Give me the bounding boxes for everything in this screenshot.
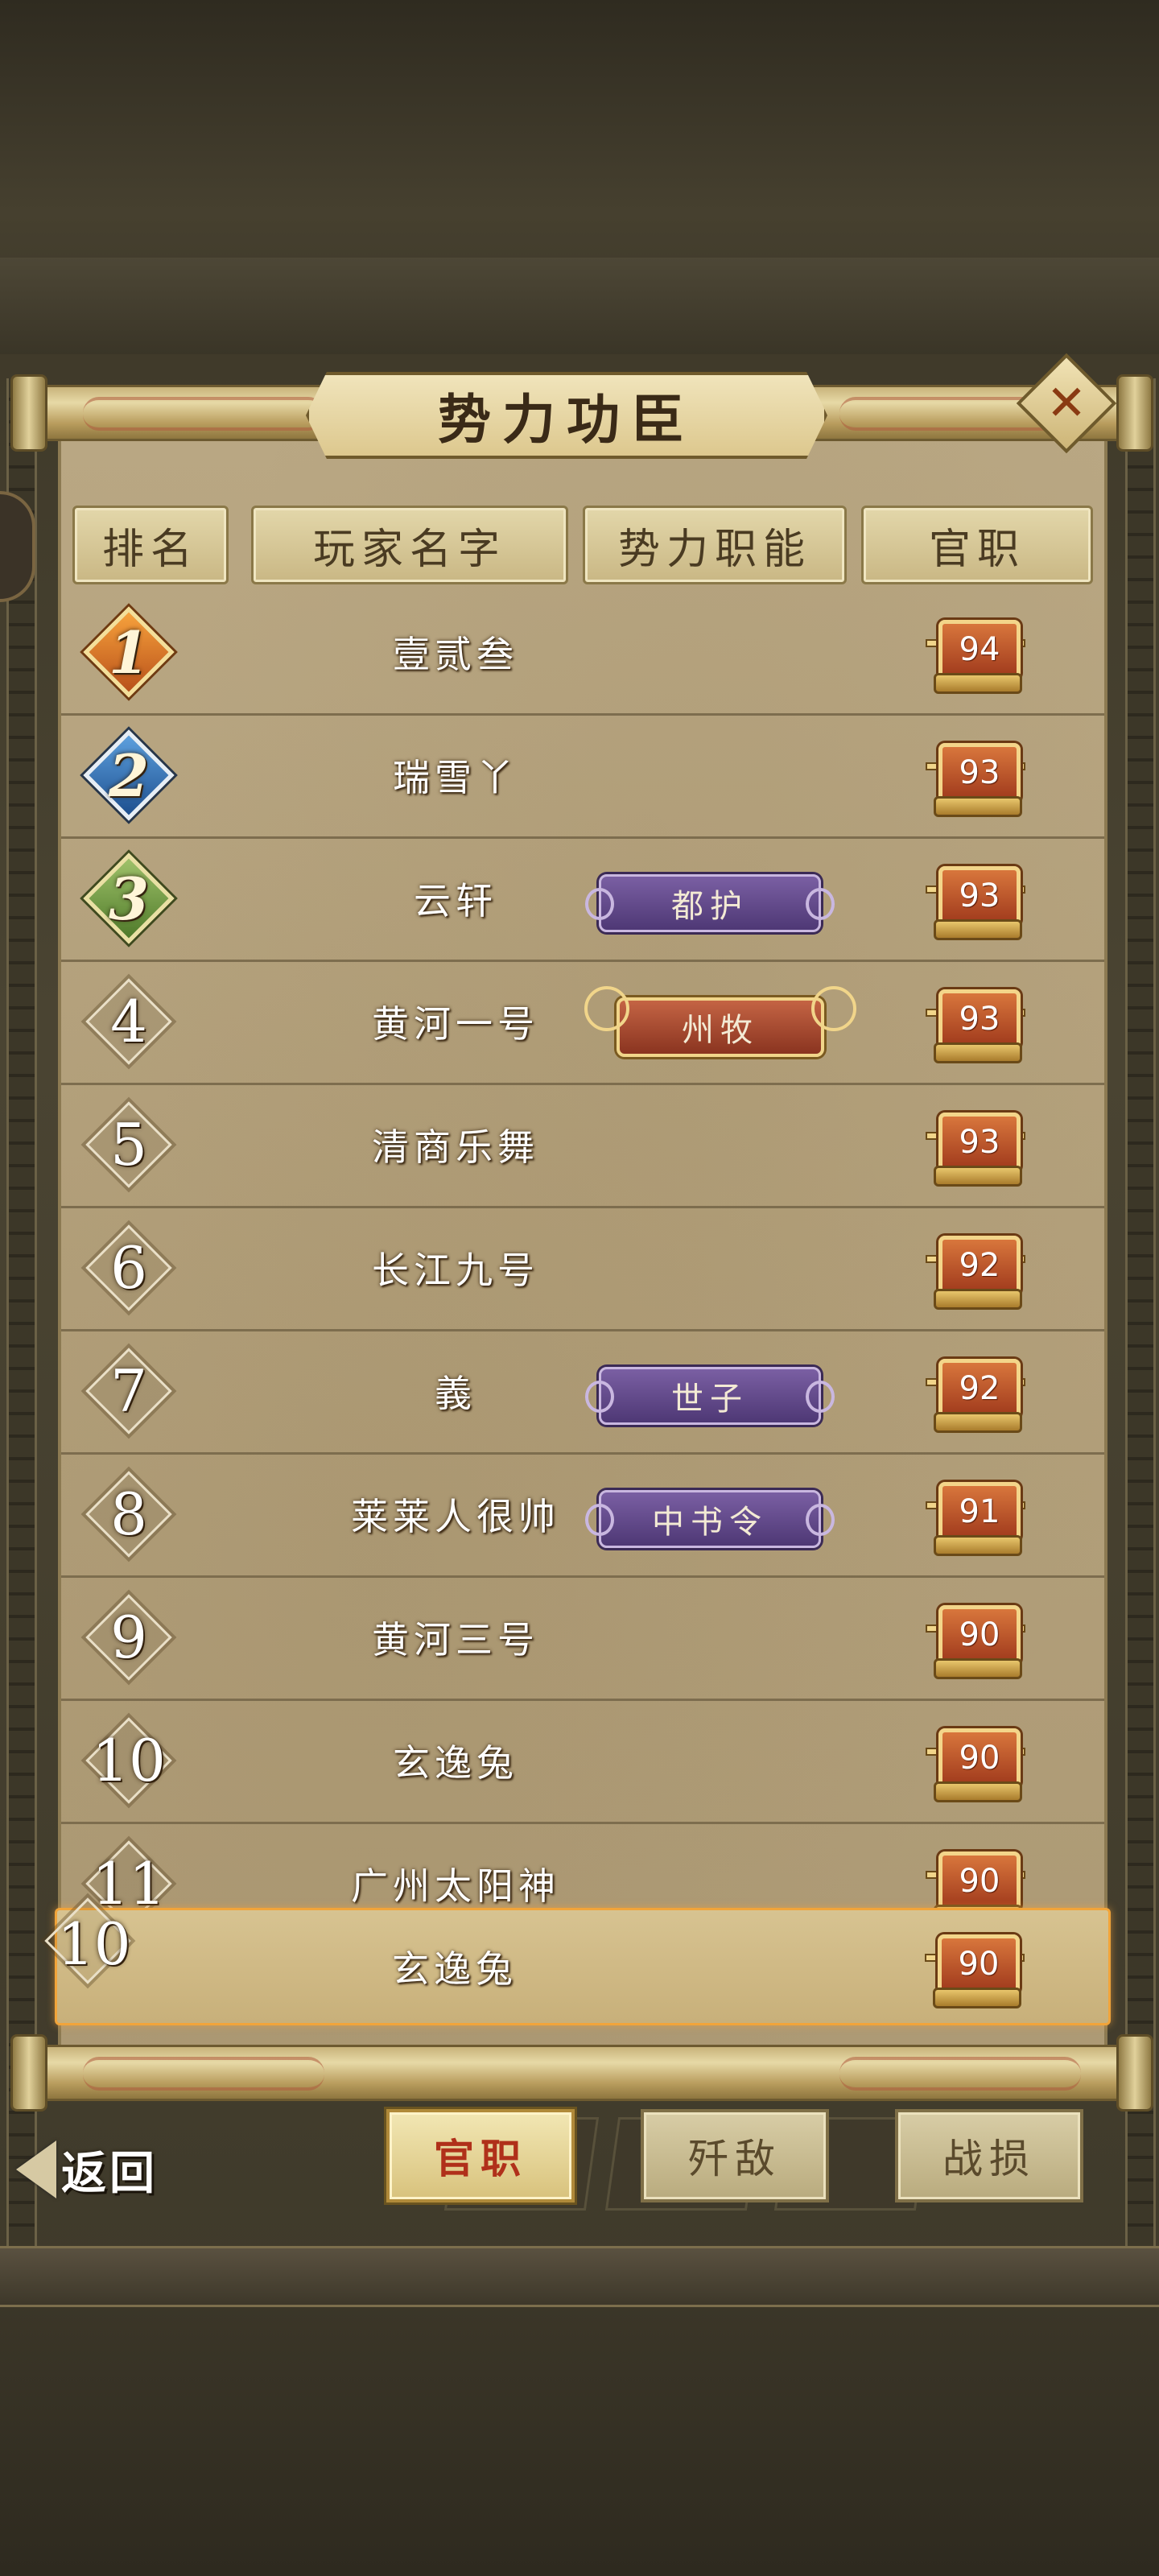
- close-icon: ✕: [1046, 375, 1087, 431]
- official-rank-level: 92: [938, 1359, 1021, 1418]
- official-rank-badge: 93: [926, 738, 1025, 817]
- scroll-rod-bottom: [10, 2034, 1153, 2112]
- official-rank-level: 93: [938, 743, 1021, 803]
- back-arrow-icon: [16, 2140, 56, 2198]
- tab-losses[interactable]: 战损: [895, 2109, 1083, 2202]
- rank-badge: 5: [85, 1101, 172, 1188]
- close-button[interactable]: ✕: [1016, 353, 1117, 454]
- column-header-faction-role: 势力职能: [583, 506, 847, 584]
- table-row[interactable]: 4 黄河一号 州牧 93: [61, 960, 1104, 1085]
- right-frame: [1125, 378, 1156, 2294]
- faction-role-badge: 都护: [585, 874, 835, 932]
- official-rank-badge: 94: [926, 615, 1025, 694]
- table-row[interactable]: 6 长江九号 92: [61, 1207, 1104, 1331]
- rank-badge: 1: [83, 606, 175, 698]
- ranking-panel: 排名 玩家名字 势力职能 官职 1 壹贰叁 94 2 瑞雪丫 93 3 云轩 都护 93 4 黄河一号…: [58, 435, 1107, 2045]
- rank-badge: 6: [85, 1224, 172, 1311]
- official-rank-level: 90: [938, 1728, 1021, 1788]
- column-header-rank: 排名: [72, 506, 229, 584]
- self-player-name: 玄逸兔: [392, 1947, 518, 1991]
- footer-rail: [0, 2246, 1159, 2307]
- faction-role-badge: 中书令: [585, 1490, 835, 1548]
- table-row[interactable]: 8 莱莱人很帅 中书令 91: [61, 1453, 1104, 1578]
- column-header-official-rank: 官职: [861, 506, 1093, 584]
- self-rank-row: 10 玄逸兔 90: [44, 1897, 1111, 2025]
- official-rank-level: 91: [938, 1482, 1021, 1542]
- title-plaque: 势力功臣: [306, 372, 827, 459]
- tab-official-rank[interactable]: 官职: [386, 2109, 575, 2202]
- official-rank-badge: 90: [926, 1600, 1025, 1679]
- official-rank-level: 93: [938, 1113, 1021, 1172]
- official-rank-badge: 92: [926, 1354, 1025, 1433]
- official-rank-badge: 90: [926, 1724, 1025, 1802]
- official-rank-badge: 91: [926, 1477, 1025, 1556]
- official-rank-level: 90: [938, 1852, 1021, 1911]
- official-rank-badge: 93: [926, 1108, 1025, 1187]
- official-rank-badge: 92: [926, 1231, 1025, 1310]
- player-name: 长江九号: [372, 1249, 539, 1292]
- self-official-rank-badge: 90: [925, 1930, 1025, 2008]
- table-row[interactable]: 1 壹贰叁 94: [61, 591, 1104, 716]
- player-name: 黄河三号: [372, 1618, 539, 1662]
- table-row[interactable]: 5 清商乐舞 93: [61, 1084, 1104, 1208]
- official-rank-badge: 93: [926, 985, 1025, 1063]
- rank-badge: 8: [85, 1471, 172, 1558]
- rank-badge: 7: [85, 1348, 172, 1435]
- rank-badge: 3: [83, 852, 175, 944]
- table-row[interactable]: 2 瑞雪丫 93: [61, 714, 1104, 839]
- faction-role-badge: 世子: [585, 1367, 835, 1425]
- left-frame: [6, 378, 37, 2294]
- rank-badge: 9: [85, 1594, 172, 1681]
- bottom-background: [0, 2302, 1159, 2576]
- player-name: 壹贰叁: [393, 633, 518, 676]
- official-rank-level: 90: [938, 1605, 1021, 1665]
- rank-badge: 10: [85, 1717, 172, 1804]
- player-name: 瑞雪丫: [393, 756, 518, 799]
- table-row[interactable]: 7 義世子 92: [61, 1330, 1104, 1455]
- official-rank-level: 93: [938, 866, 1021, 926]
- column-header-player-name: 玩家名字: [251, 506, 568, 584]
- official-rank-level: 94: [938, 620, 1021, 679]
- player-name: 玄逸兔: [393, 1741, 518, 1785]
- rank-badge: 4: [85, 978, 172, 1065]
- official-rank-badge: 93: [926, 861, 1025, 940]
- back-button[interactable]: 返回: [16, 2133, 209, 2206]
- tab-kills[interactable]: 歼敌: [641, 2109, 829, 2202]
- official-rank-level: 92: [938, 1236, 1021, 1295]
- table-row[interactable]: 3 云轩 都护 93: [61, 837, 1104, 962]
- official-rank-level: 93: [938, 989, 1021, 1049]
- table-row[interactable]: 10 玄逸兔 90: [61, 1699, 1104, 1824]
- back-label: 返回: [61, 2146, 158, 2200]
- rank-badge: 2: [83, 729, 175, 821]
- table-row[interactable]: 9 黄河三号 90: [61, 1576, 1104, 1701]
- top-band: [0, 258, 1159, 354]
- faction-role-badge: 州牧: [584, 986, 856, 1057]
- player-name: 清商乐舞: [372, 1125, 539, 1169]
- page-title: 势力功臣: [438, 388, 695, 451]
